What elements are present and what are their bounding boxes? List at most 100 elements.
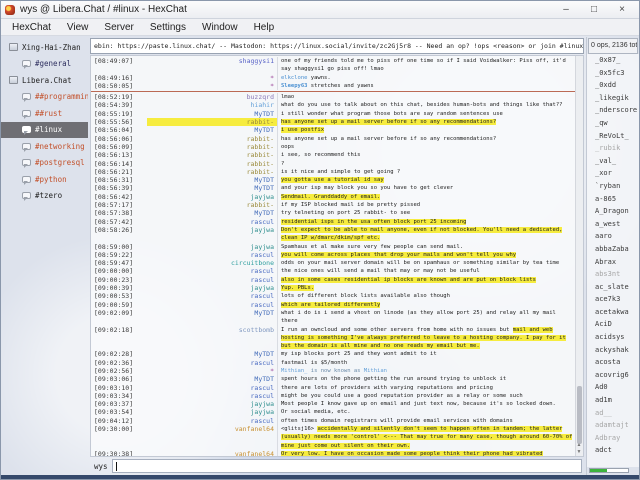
userlist-item[interactable]: _0x5fc3: [587, 69, 639, 82]
nick[interactable]: MyTDT: [147, 350, 277, 358]
nick[interactable]: jayjwa: [147, 408, 277, 416]
nick[interactable]: rascul: [147, 276, 277, 284]
menu-view[interactable]: View: [60, 21, 96, 34]
userlist-item[interactable]: a_west: [587, 220, 639, 233]
userlist-item[interactable]: Adbray: [587, 434, 639, 447]
menu-server[interactable]: Server: [97, 21, 140, 34]
nick[interactable]: circuitbone: [147, 259, 277, 267]
nick[interactable]: buzzqrd: [147, 93, 277, 101]
userlist-item[interactable]: _ReVoLt_: [587, 132, 639, 145]
userlist-item[interactable]: _0x87_: [587, 56, 639, 69]
userlist-item[interactable]: ac_slate: [587, 283, 639, 296]
scrollbar-thumb[interactable]: [577, 386, 582, 444]
tree-item--linux[interactable]: #linux: [1, 122, 88, 139]
userlist-item[interactable]: _nderscore: [587, 106, 639, 119]
userlist-item[interactable]: `ryban: [587, 182, 639, 195]
userlist-item[interactable]: adamtajt: [587, 421, 639, 434]
chat-messages[interactable]: [08:49:07]shaggysi1one of my friends tol…: [91, 56, 575, 456]
nick[interactable]: MyTDT: [147, 176, 277, 184]
nick[interactable]: scottbomb: [147, 326, 277, 334]
userlist-item[interactable]: ackyshak: [587, 346, 639, 359]
nick[interactable]: rascul: [147, 392, 277, 400]
tree-item--programming[interactable]: ##programming: [1, 89, 88, 106]
userlist-item[interactable]: acidsys: [587, 333, 639, 346]
nick[interactable]: *: [147, 367, 277, 375]
tree-item-xing-hai-zhan[interactable]: Xing-Hai-Zhan: [1, 39, 88, 56]
scroll-up-icon[interactable]: ▲: [575, 442, 583, 448]
nick[interactable]: rabbit-: [147, 168, 277, 176]
userlist-item[interactable]: abbaZaba: [587, 245, 639, 258]
tree-item--postgresql[interactable]: #postgresql: [1, 155, 88, 172]
tree-item--rust[interactable]: ##rust: [1, 105, 88, 122]
chat-scrollbar[interactable]: ▲ ▼: [575, 56, 583, 456]
user-list[interactable]: _0x87__0x5fc3_0xdd_likegik_nderscore_qw_…: [587, 54, 639, 467]
nick[interactable]: rabbit-: [147, 160, 277, 168]
menu-hexchat[interactable]: HexChat: [5, 21, 58, 34]
tree-item--tzero[interactable]: #tzero: [1, 188, 88, 205]
userlist-item[interactable]: _likegik: [587, 94, 639, 107]
userlist-item[interactable]: ad1m: [587, 396, 639, 409]
tree-item--networking[interactable]: #networking: [1, 138, 88, 155]
nick[interactable]: jayjwa: [147, 193, 277, 201]
nick[interactable]: rabbit-: [147, 201, 277, 209]
userlist-item[interactable]: _0xdd: [587, 81, 639, 94]
nick[interactable]: rascul: [147, 267, 277, 275]
userlist-item[interactable]: _val_: [587, 157, 639, 170]
nick[interactable]: vanfanel64: [147, 425, 277, 433]
tree-item--python[interactable]: #python: [1, 171, 88, 188]
nick[interactable]: hiahir: [147, 101, 277, 109]
nick[interactable]: MyTDT: [147, 209, 277, 217]
nick[interactable]: jayjwa: [147, 243, 277, 251]
nick[interactable]: rascul: [147, 359, 277, 367]
userlist-item[interactable]: acosta: [587, 358, 639, 371]
own-nick-label[interactable]: wys: [92, 462, 108, 471]
nick[interactable]: rabbit-: [147, 151, 277, 159]
topic-input[interactable]: ebin: https://paste.linux.chat/ -- Masto…: [90, 38, 584, 54]
userlist-item[interactable]: acovrig6: [587, 371, 639, 384]
userlist-item[interactable]: aaro: [587, 232, 639, 245]
nick[interactable]: rabbit-: [147, 135, 277, 143]
nick[interactable]: jayjwa: [147, 400, 277, 408]
menu-settings[interactable]: Settings: [143, 21, 193, 34]
nick[interactable]: jayjwa: [147, 226, 277, 234]
nick[interactable]: shaggysi1: [147, 57, 277, 65]
nick[interactable]: rascul: [147, 417, 277, 425]
nick[interactable]: MyTDT: [147, 309, 277, 317]
userlist-item[interactable]: AciD: [587, 320, 639, 333]
userlist-item[interactable]: abs3nt: [587, 270, 639, 283]
nick[interactable]: MyTDT: [147, 184, 277, 192]
userlist-item[interactable]: A_Dragon: [587, 207, 639, 220]
tree-item-libera-chat[interactable]: Libera.Chat: [1, 72, 88, 89]
userlist-item[interactable]: ace7k3: [587, 295, 639, 308]
userlist-item[interactable]: _xor: [587, 169, 639, 182]
userlist-item[interactable]: Abrax: [587, 258, 639, 271]
nick[interactable]: rascul: [147, 251, 277, 259]
nick[interactable]: jayjwa: [147, 284, 277, 292]
minimize-button[interactable]: –: [559, 1, 573, 19]
userlist-item[interactable]: _qw: [587, 119, 639, 132]
userlist-item[interactable]: adct: [587, 446, 639, 459]
nick[interactable]: rascul: [147, 301, 277, 309]
maximize-button[interactable]: □: [587, 1, 601, 19]
nick[interactable]: *: [147, 74, 277, 82]
close-button[interactable]: ×: [615, 1, 629, 19]
nick[interactable]: rabbit-: [147, 143, 277, 151]
nick[interactable]: rascul: [147, 218, 277, 226]
nick[interactable]: rabbit-: [147, 118, 277, 126]
message-input[interactable]: [112, 459, 582, 473]
tree-item--general[interactable]: #general: [1, 56, 88, 73]
menu-help[interactable]: Help: [247, 21, 282, 34]
nick[interactable]: MyTDT: [147, 375, 277, 383]
menu-window[interactable]: Window: [195, 21, 245, 34]
nick[interactable]: *: [147, 82, 277, 90]
userlist-item[interactable]: a-865: [587, 195, 639, 208]
nick[interactable]: MyTDT: [147, 110, 277, 118]
userlist-item[interactable]: Ad0: [587, 383, 639, 396]
userlist-item[interactable]: _rubik: [587, 144, 639, 157]
nick[interactable]: rascul: [147, 384, 277, 392]
scroll-down-icon[interactable]: ▼: [575, 449, 583, 455]
userlist-item[interactable]: acetakwa: [587, 308, 639, 321]
nick[interactable]: rascul: [147, 292, 277, 300]
nick[interactable]: MyTDT: [147, 126, 277, 134]
nick[interactable]: vanfanel64: [147, 450, 277, 456]
